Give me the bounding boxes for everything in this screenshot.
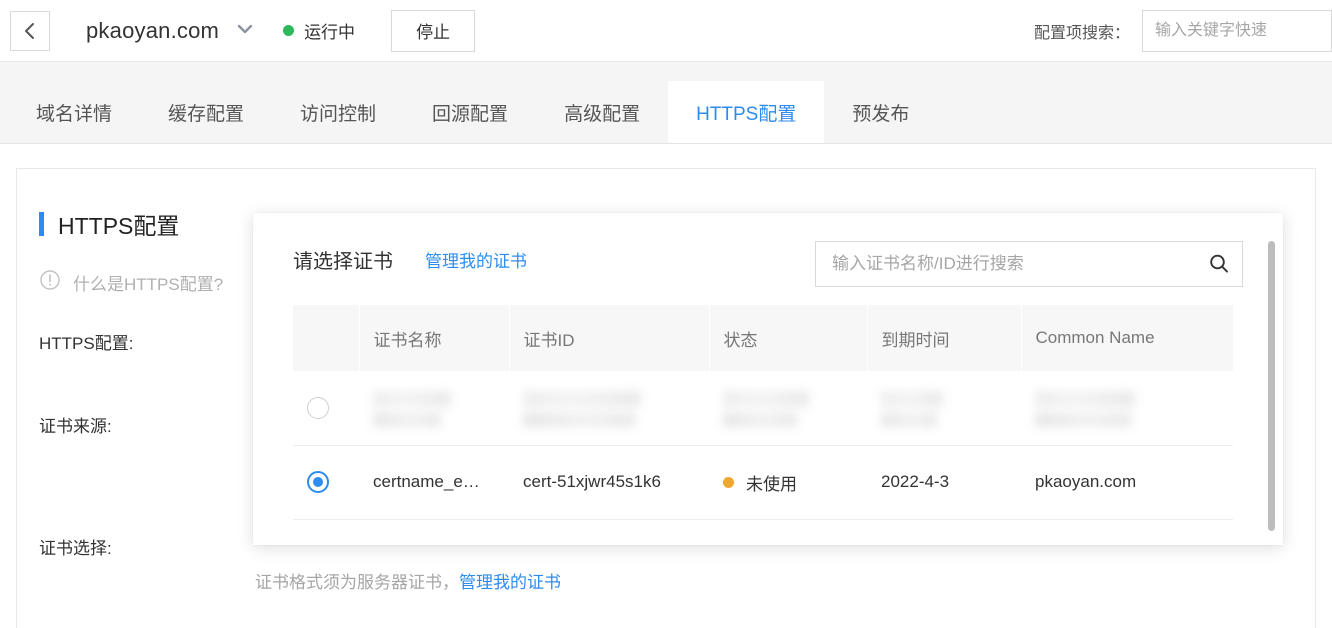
cert-radio-selected[interactable] [307,471,329,493]
top-header-bar: pkaoyan.com 运行中 停止 配置项搜索： [0,0,1332,62]
domain-switch-button[interactable] [235,21,255,41]
manage-cert-link-bottom[interactable]: 管理我的证书 [459,573,561,592]
cert-row-status: 未使用 [709,445,867,520]
back-button[interactable] [10,10,50,51]
cert-row-common-name [1021,371,1233,446]
cert-status-label: 未使用 [746,474,797,494]
cert-table: 证书名称 证书ID 状态 到期时间 Common Name certname_e… [293,305,1233,520]
field-label-cert-source: 证书来源: [39,417,112,436]
help-link[interactable]: 什么是HTTPS配置? [39,269,223,296]
cert-panel-scrollbar[interactable] [1268,241,1275,531]
manage-cert-link[interactable]: 管理我的证书 [425,247,527,272]
status-dot-icon [723,476,734,488]
domain-title: pkaoyan.com [86,17,220,43]
tab-prerelease[interactable]: 预发布 [824,81,937,143]
page-title: HTTPS配置 [39,207,179,241]
status-label: 运行中 [304,23,356,42]
help-link-label: 什么是HTTPS配置? [73,275,224,294]
tab-https-config[interactable]: HTTPS配置 [668,81,825,143]
cert-row-name: certname_e… [359,445,509,520]
cert-search-input[interactable] [816,242,1196,286]
config-search-area: 配置项搜索： [1034,0,1332,62]
title-accent-bar [39,212,44,236]
tab-advanced-config[interactable]: 高级配置 [536,81,668,143]
tab-bar: 域名详情 缓存配置 访问控制 回源配置 高级配置 HTTPS配置 预发布 [0,62,1332,144]
chevron-left-icon [22,21,38,41]
cert-row-expiry [867,371,1021,446]
cert-row-radio-cell[interactable] [293,371,359,446]
col-header-expiry: 到期时间 [867,305,1022,371]
cert-row-status [709,371,867,446]
tab-origin-config[interactable]: 回源配置 [404,81,536,143]
field-label-https-config: HTTPS配置: [39,334,134,353]
cert-row-name [359,371,509,446]
col-header-cert-id: 证书ID [509,305,710,371]
info-circle-icon [39,269,61,296]
cert-row-expiry: 2022-4-3 [867,445,1021,520]
cert-format-hint: 证书格式须为服务器证书，管理我的证书 [255,568,561,593]
cert-row-radio-cell[interactable] [293,445,359,520]
cert-radio-unselected[interactable] [307,396,329,419]
status-dot-icon [283,25,295,36]
table-row[interactable] [293,371,1233,446]
cert-table-header-row: 证书名称 证书ID 状态 到期时间 Common Name [293,305,1233,371]
col-header-common-name: Common Name [1021,305,1233,371]
page-title-text: HTTPS配置 [58,213,180,239]
col-header-cert-name: 证书名称 [359,305,510,371]
stop-button[interactable]: 停止 [391,9,476,52]
tab-domain-detail[interactable]: 域名详情 [8,81,140,143]
cert-picker-panel: 请选择证书 管理我的证书 证书名称 证书ID 状态 到期时间 Common Na… [253,213,1283,545]
domain-status: 运行中 [283,18,355,43]
field-label-cert-select: 证书选择: [39,539,112,558]
cert-picker-title: 请选择证书 [293,250,393,273]
cert-row-id [509,371,709,446]
cert-format-hint-text: 证书格式须为服务器证书， [255,573,459,592]
cert-row-id: cert-51xjwr45s1k6 [509,445,709,520]
tab-access-control[interactable]: 访问控制 [272,81,404,143]
search-icon[interactable] [1196,242,1242,286]
chevron-down-icon [236,22,254,40]
config-search-input[interactable] [1142,10,1332,52]
tab-cache-config[interactable]: 缓存配置 [140,81,272,143]
col-header-status: 状态 [709,305,868,371]
table-row[interactable]: certname_e… cert-51xjwr45s1k6 未使用 2022-4… [293,445,1233,520]
cert-row-common-name: pkaoyan.com [1021,445,1233,520]
config-search-label: 配置项搜索： [1033,25,1130,42]
cert-search-box [815,241,1243,287]
col-header-select [293,305,360,371]
